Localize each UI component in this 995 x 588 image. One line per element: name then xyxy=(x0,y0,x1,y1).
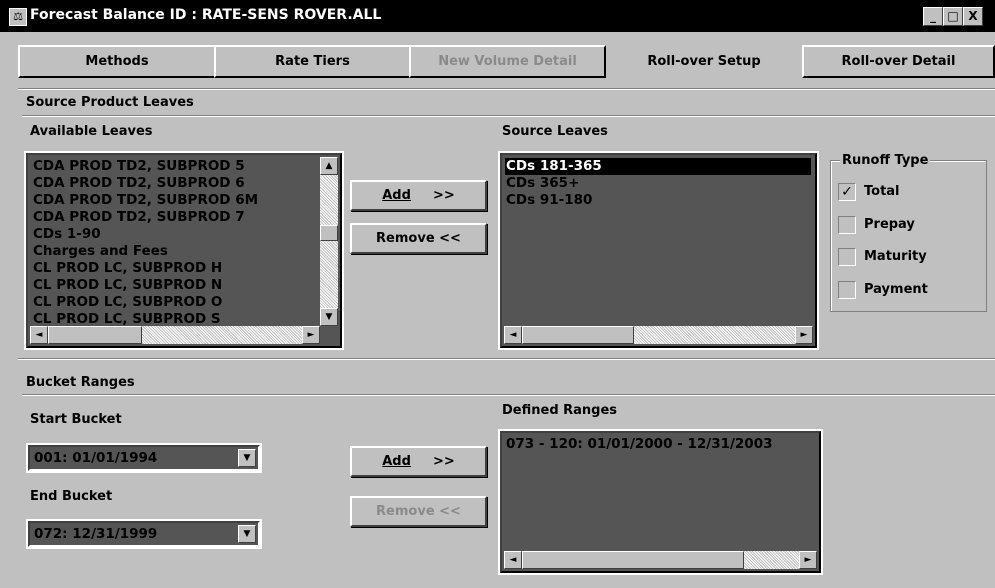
list-item[interactable]: CDA PROD TD2, SUBPROD 6 xyxy=(32,175,317,192)
vertical-scrollbar[interactable]: ▲ ▼ xyxy=(320,157,338,326)
list-item[interactable]: CL PROD LC, SUBPROD O xyxy=(32,294,317,311)
maximize-button[interactable]: □ xyxy=(943,7,963,26)
scroll-right-icon[interactable]: ► xyxy=(302,326,320,344)
add-arrows-icon: >> xyxy=(432,454,455,469)
end-bucket-label: End Bucket xyxy=(30,489,113,504)
end-bucket-select[interactable]: 072: 12/31/1999 ▼ xyxy=(26,519,262,549)
scroll-up-icon[interactable]: ▲ xyxy=(320,157,338,175)
tab-new-volume-detail: New Volume Detail xyxy=(409,45,606,78)
list-item[interactable]: Charges and Fees xyxy=(32,243,317,260)
defined-ranges-listbox[interactable]: 073 - 120: 01/01/2000 - 12/31/2003 ◄ ► xyxy=(498,429,823,575)
list-item[interactable]: CDs 365+ xyxy=(505,175,811,192)
start-bucket-select[interactable]: 001: 01/01/1994 ▼ xyxy=(26,443,262,473)
source-leaves-listbox[interactable]: CDs 181-365 CDs 365+ CDs 91-180 ◄ ► xyxy=(498,151,819,350)
scroll-thumb[interactable] xyxy=(522,326,634,344)
maturity-label: Maturity xyxy=(864,249,927,264)
list-item[interactable]: CL PROD LC, SUBPROD H xyxy=(32,260,317,277)
scroll-left-icon[interactable]: ◄ xyxy=(504,551,522,569)
prepay-label: Prepay xyxy=(864,217,915,232)
source-leaves-items: CDs 181-365 CDs 365+ CDs 91-180 xyxy=(505,158,811,209)
title-bar[interactable]: ⚖ Forecast Balance ID : RATE-SENS ROVER.… xyxy=(0,0,995,32)
prepay-checkbox[interactable] xyxy=(838,216,856,234)
list-item[interactable]: CDA PROD TD2, SUBPROD 6M xyxy=(32,192,317,209)
tab-roll-over-setup[interactable]: Roll-over Setup xyxy=(606,45,802,78)
add-leaf-label: Add xyxy=(382,188,411,203)
scroll-down-icon[interactable]: ▼ xyxy=(320,308,338,326)
divider xyxy=(22,394,995,396)
start-bucket-value: 001: 01/01/1994 xyxy=(34,450,158,466)
scroll-right-icon[interactable]: ► xyxy=(799,551,817,569)
tab-roll-over-detail[interactable]: Roll-over Detail xyxy=(802,45,995,78)
check-icon: ✓ xyxy=(841,184,853,200)
bucket-ranges-heading: Bucket Ranges xyxy=(26,375,135,390)
total-label: Total xyxy=(864,184,900,199)
list-item[interactable]: CDA PROD TD2, SUBPROD 7 xyxy=(32,209,317,226)
end-bucket-value: 072: 12/31/1999 xyxy=(34,526,158,542)
divider xyxy=(18,358,995,360)
divider xyxy=(18,88,995,90)
horizontal-scrollbar[interactable]: ◄ ► xyxy=(504,551,817,569)
defined-ranges-items: 073 - 120: 01/01/2000 - 12/31/2003 xyxy=(505,436,815,453)
tab-methods[interactable]: Methods xyxy=(18,45,216,78)
remove-leaf-button[interactable]: Remove << xyxy=(350,223,487,254)
payment-checkbox[interactable] xyxy=(838,281,856,299)
start-bucket-label: Start Bucket xyxy=(30,412,122,427)
app-icon[interactable]: ⚖ xyxy=(9,8,27,26)
list-item[interactable]: CL PROD LC, SUBPROD N xyxy=(32,277,317,294)
list-item[interactable]: 073 - 120: 01/01/2000 - 12/31/2003 xyxy=(505,436,815,453)
list-item-selected[interactable]: CDs 181-365 xyxy=(505,158,811,175)
minimize-button[interactable]: _ xyxy=(923,7,943,26)
runoff-type-title: Runoff Type xyxy=(840,153,931,168)
maturity-checkbox[interactable] xyxy=(838,248,856,266)
remove-range-button: Remove << xyxy=(350,496,487,527)
scroll-track xyxy=(320,175,338,308)
window: ⚖ Forecast Balance ID : RATE-SENS ROVER.… xyxy=(0,0,995,588)
scroll-thumb[interactable] xyxy=(48,326,142,344)
scroll-thumb[interactable] xyxy=(320,225,338,241)
scroll-thumb[interactable] xyxy=(522,551,744,569)
source-leaves-label: Source Leaves xyxy=(502,124,608,139)
chevron-down-icon[interactable]: ▼ xyxy=(238,525,256,543)
scroll-left-icon[interactable]: ◄ xyxy=(504,326,522,344)
scroll-left-icon[interactable]: ◄ xyxy=(30,326,48,344)
close-button[interactable]: X xyxy=(963,7,983,26)
add-arrows-icon: >> xyxy=(432,188,455,203)
tab-rate-tiers[interactable]: Rate Tiers xyxy=(214,45,411,78)
source-product-leaves-heading: Source Product Leaves xyxy=(26,95,194,110)
available-leaves-items: CDA PROD TD2, SUBPROD 5 CDA PROD TD2, SU… xyxy=(32,158,317,326)
list-item[interactable]: CDA PROD TD2, SUBPROD 5 xyxy=(32,158,317,175)
horizontal-scrollbar[interactable]: ◄ ► xyxy=(504,326,813,344)
window-title: Forecast Balance ID : RATE-SENS ROVER.AL… xyxy=(30,7,382,23)
scroll-right-icon[interactable]: ► xyxy=(795,326,813,344)
available-leaves-listbox[interactable]: CDA PROD TD2, SUBPROD 5 CDA PROD TD2, SU… xyxy=(24,151,344,350)
list-item[interactable]: CDs 1-90 xyxy=(32,226,317,243)
available-leaves-label: Available Leaves xyxy=(30,124,153,139)
list-item[interactable]: CDs 91-180 xyxy=(505,192,811,209)
list-item[interactable]: CL PROD LC, SUBPROD S xyxy=(32,311,317,326)
add-range-button[interactable]: Add >> xyxy=(350,446,487,477)
add-leaf-button[interactable]: Add >> xyxy=(350,180,487,211)
payment-label: Payment xyxy=(864,282,928,297)
divider xyxy=(22,115,995,117)
defined-ranges-label: Defined Ranges xyxy=(502,403,618,418)
horizontal-scrollbar[interactable]: ◄ ► xyxy=(30,326,320,344)
chevron-down-icon[interactable]: ▼ xyxy=(238,449,256,467)
total-checkbox[interactable]: ✓ xyxy=(838,183,856,201)
add-range-label: Add xyxy=(382,454,411,469)
